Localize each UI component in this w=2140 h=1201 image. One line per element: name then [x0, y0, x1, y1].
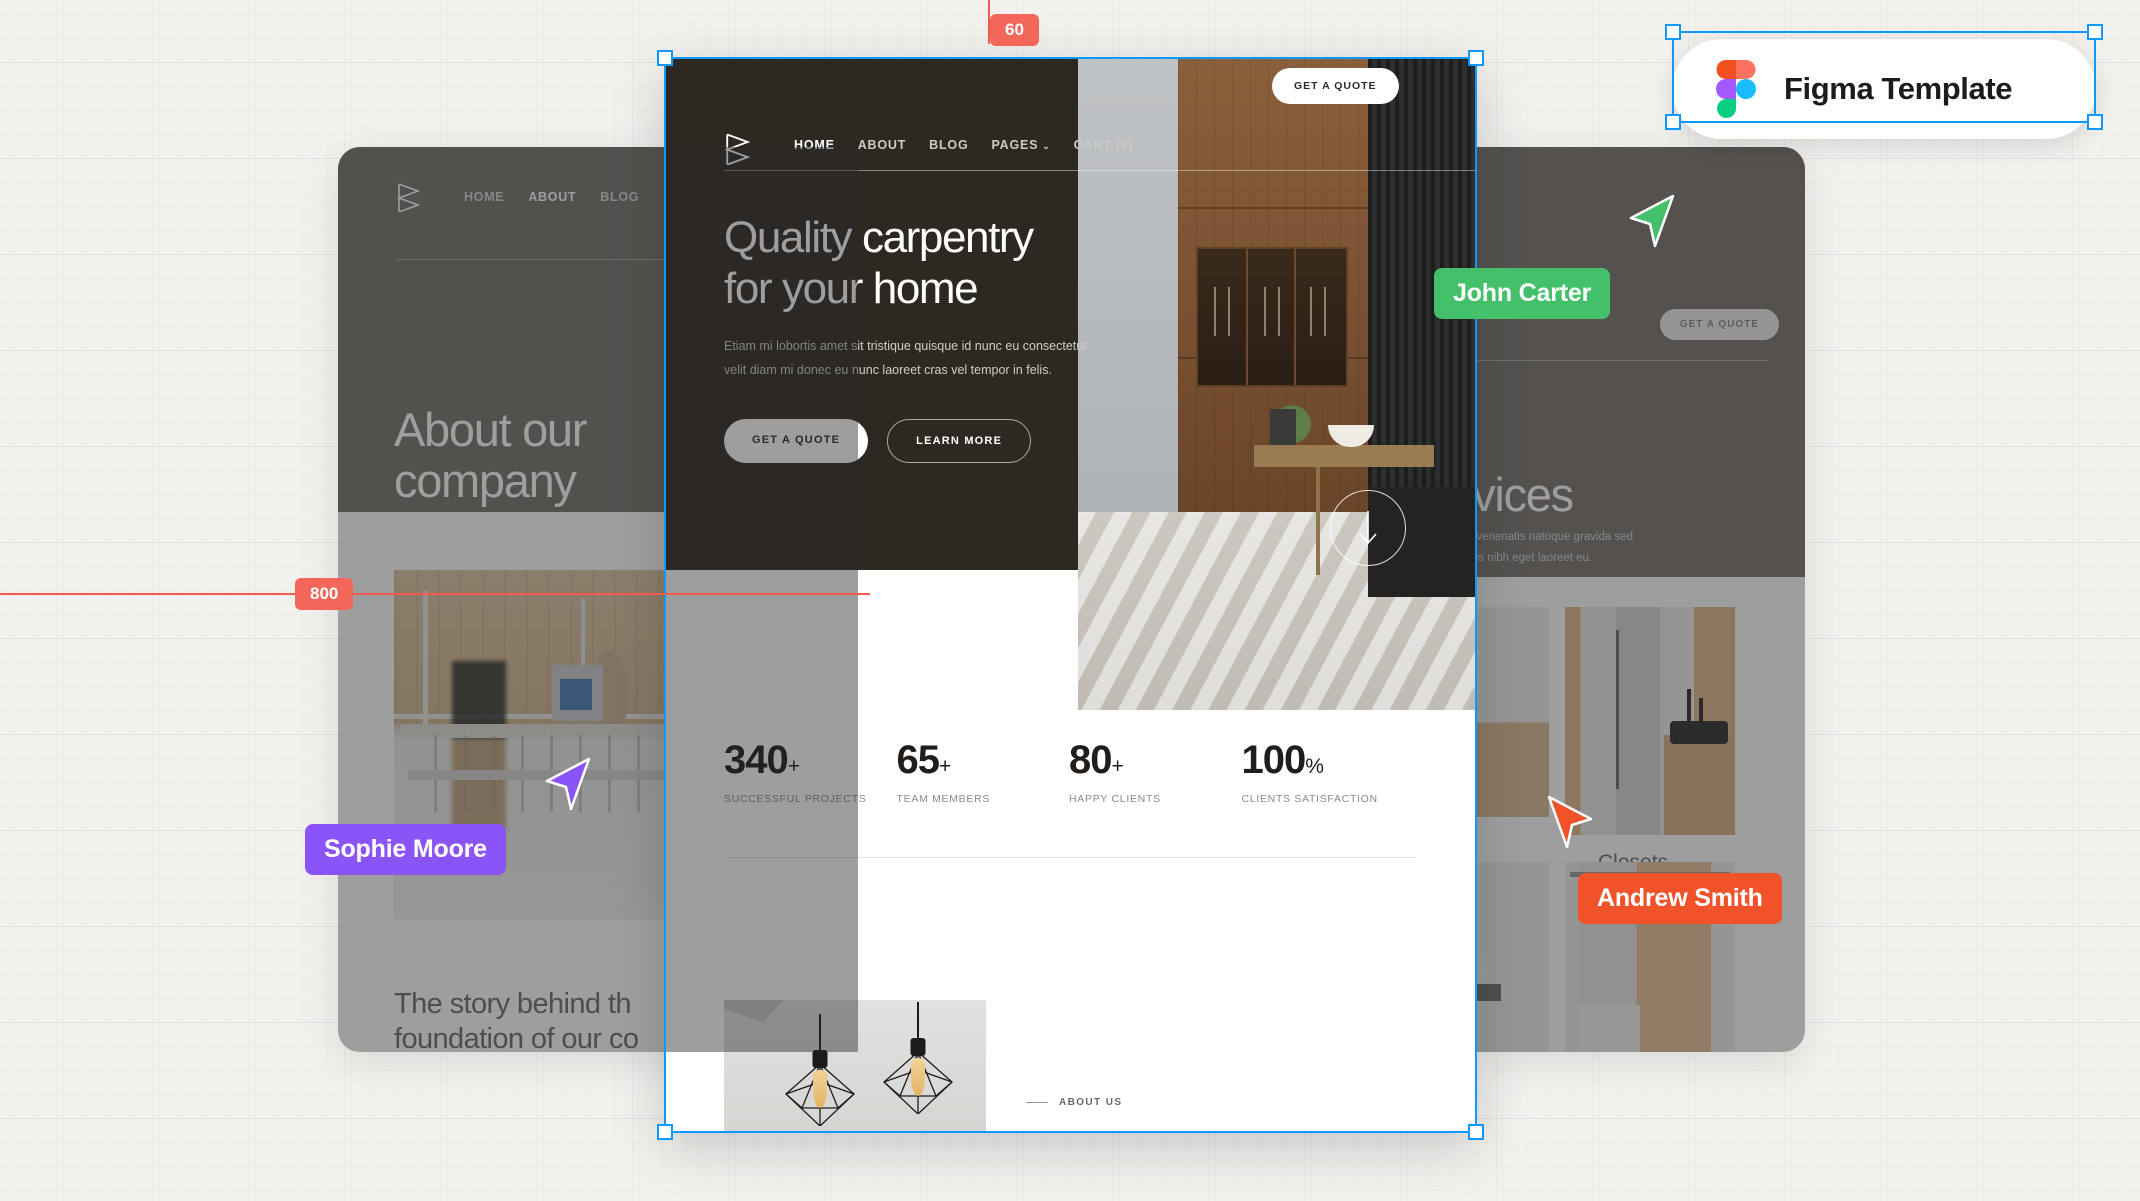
right-get-a-quote-button[interactable]: GET A QUOTE	[1659, 309, 1779, 340]
horizontal-guide-line	[0, 593, 870, 595]
cursor-john-carter-icon	[1629, 194, 1675, 248]
kitchen-interior-photo	[1078, 57, 1477, 710]
leaf-logo-icon[interactable]	[724, 132, 752, 165]
service-card-mirror[interactable]: →	[1475, 862, 1549, 1052]
pendant-lamps-photo	[724, 1000, 986, 1133]
cursor-andrew-smith-icon	[1547, 795, 1593, 849]
measure-badge-60: 60	[990, 14, 1039, 46]
cursor-label-andrew-smith: Andrew Smith	[1578, 873, 1782, 924]
stat-label: TEAM MEMBERS	[896, 793, 991, 805]
leaf-logo-icon[interactable]	[396, 182, 422, 212]
mirror-room-photo	[1475, 862, 1549, 1052]
about-heading: The best combination ofmodernity & simpl…	[1026, 1127, 1326, 1133]
arrow-down-icon	[1359, 511, 1377, 545]
nav-home[interactable]: HOME	[794, 138, 835, 152]
center-nav-divider	[724, 170, 1477, 171]
hero-copy: Quality carpentry for your home Etiam mi …	[724, 212, 1087, 463]
measure-badge-800: 800	[295, 578, 354, 610]
left-nav-about[interactable]: ABOUT	[528, 190, 576, 205]
stat-item: 65+ TEAM MEMBERS	[897, 740, 1070, 805]
stat-label: CLIENTS SATISFACTION	[1241, 793, 1378, 805]
figma-template-badge[interactable]: Figma Template	[1672, 39, 2096, 139]
chevron-down-icon: ⌄	[1042, 141, 1051, 151]
right-nav-divider	[1475, 360, 1769, 361]
stat-item: 340+ SUCCESSFUL PROJECTS	[724, 740, 897, 805]
figma-logo-icon	[1716, 60, 1756, 118]
nav-blog[interactable]: BLOG	[929, 138, 968, 152]
cursor-sophie-moore-icon	[545, 757, 591, 811]
stat-label: HAPPY CLIENTS	[1069, 793, 1161, 805]
stat-label: SUCCESSFUL PROJECTS	[724, 793, 867, 805]
dash-icon	[1026, 1102, 1048, 1103]
about-eyebrow: ABOUT US	[1026, 1097, 1326, 1108]
nav-pages[interactable]: PAGES ⌄	[991, 138, 1050, 152]
nav-about[interactable]: ABOUT	[858, 138, 906, 152]
hero-learn-more-button[interactable]: LEARN MORE	[887, 418, 1032, 463]
right-page-subtitle: scing turpis venenatis natoque gravida s…	[1475, 531, 1634, 565]
hero-paragraph: Etiam mi lobortis amet sit tristique qui…	[724, 339, 1088, 378]
left-page-title: About our company	[394, 403, 587, 507]
stat-item: 80+ HAPPY CLIENTS	[1069, 740, 1242, 805]
hero-title: Quality carpentry for your home	[724, 213, 1034, 314]
cursor-label-sophie-moore: Sophie Moore	[305, 824, 506, 875]
hero-get-a-quote-button[interactable]: GET A QUOTE	[724, 418, 869, 463]
left-nav-home[interactable]: HOME	[464, 190, 504, 205]
scroll-down-button[interactable]	[1330, 490, 1406, 566]
center-nav-links[interactable]: HOME ABOUT BLOG PAGES ⌄ CART (0)	[794, 138, 1134, 152]
right-page-title: ervices	[1475, 468, 1574, 521]
left-nav-blog[interactable]: BLOG	[600, 190, 639, 205]
about-us-block: ABOUT US The best combination ofmodernit…	[1026, 1097, 1326, 1133]
stat-item: 100% CLIENTS SATISFACTION	[1242, 740, 1415, 805]
stats-divider	[724, 857, 1417, 858]
bathroom-photo	[1475, 607, 1549, 817]
stats-row: 340+ SUCCESSFUL PROJECTS 65+ TEAM MEMBER…	[724, 740, 1414, 805]
figma-template-label: Figma Template	[1784, 71, 2013, 106]
center-get-a-quote-button[interactable]: GET A QUOTE	[1272, 68, 1399, 104]
nav-cart[interactable]: CART (0)	[1074, 138, 1134, 152]
home-page-frame[interactable]: HOME ABOUT BLOG PAGES ⌄ CART (0) Quality …	[664, 57, 1477, 1133]
cursor-label-john-carter: John Carter	[1434, 268, 1611, 319]
